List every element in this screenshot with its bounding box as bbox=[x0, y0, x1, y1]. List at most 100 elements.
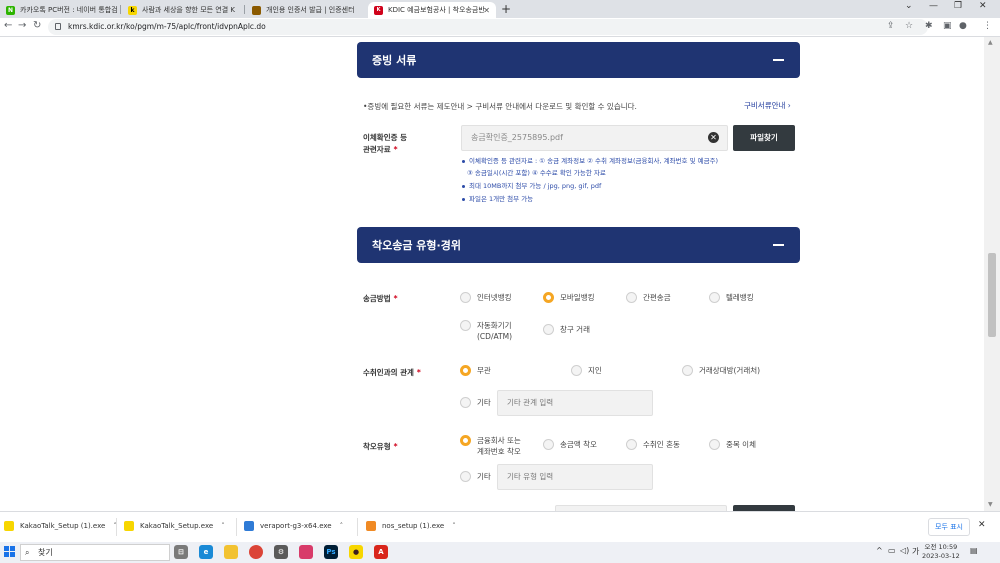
file-browse-button[interactable]: 파일찾기 bbox=[733, 125, 795, 151]
radio-atm[interactable]: 자동화기기 (CD/ATM) bbox=[460, 320, 512, 342]
close-download-bar-icon[interactable]: ✕ bbox=[978, 520, 986, 530]
windows-start-icon[interactable] bbox=[4, 546, 16, 558]
browser-tab[interactable]: N 카카오톡 PC버전 : 네이버 통합검 bbox=[0, 2, 118, 18]
radio-acquaintance[interactable]: 지인 bbox=[571, 365, 602, 376]
ime-indicator[interactable]: 가 bbox=[912, 546, 919, 557]
chrome-icon[interactable] bbox=[249, 545, 263, 559]
network-icon[interactable]: ▭ bbox=[888, 546, 896, 555]
radio-business-partner[interactable]: 거래상대방(거래처) bbox=[682, 365, 760, 376]
share-icon[interactable]: ⇪ bbox=[887, 21, 895, 31]
relation-label: 수취인과의 관계 * bbox=[363, 368, 421, 377]
menu-icon[interactable]: ⋮ bbox=[983, 21, 992, 31]
taskbar-clock[interactable]: 오전 10:59 2023-03-12 bbox=[922, 543, 960, 561]
clear-file-icon[interactable]: ✕ bbox=[708, 132, 719, 143]
tab-search-icon[interactable]: ⌄ bbox=[905, 1, 913, 11]
minimize-icon[interactable]: — bbox=[929, 1, 938, 11]
page-scrollbar[interactable]: ▲ ▼ bbox=[984, 37, 1000, 511]
docs-bullet: 최대 10MB까지 첨부 가능 / jpg, png, gif, pdf bbox=[462, 180, 601, 192]
download-item[interactable]: nos_setup (1).exe ˄ bbox=[366, 521, 456, 531]
profile-icon[interactable]: ● bbox=[959, 21, 967, 31]
close-window-icon[interactable]: ✕ bbox=[979, 1, 987, 11]
download-item[interactable]: veraport-g3-x64.exe ˄ bbox=[244, 521, 343, 531]
tab-title: 카카오톡 PC버전 : 네이버 통합검 bbox=[20, 6, 118, 14]
download-item[interactable]: KakaoTalk_Setup (1).exe˄ bbox=[4, 521, 117, 531]
naver-favicon-icon: N bbox=[6, 5, 15, 15]
extensions-icon[interactable]: ✱ bbox=[925, 21, 933, 31]
edge-icon[interactable]: e bbox=[199, 545, 213, 559]
chevron-up-icon: ˄ bbox=[221, 522, 225, 530]
scroll-thumb[interactable] bbox=[988, 253, 996, 337]
taskbar-search-box[interactable]: ⌕ 찾기 bbox=[20, 544, 170, 561]
radio-wrong-amount[interactable]: 송금액 착오 bbox=[543, 439, 597, 450]
search-icon: ⌕ bbox=[25, 548, 30, 557]
radio-relation-other[interactable]: 기타 bbox=[460, 397, 491, 408]
tray-chevron-icon[interactable]: ^ bbox=[876, 546, 883, 555]
docs-bullet: 이체확인증 등 관련자료 : ① 송금 계좌정보 ② 수취 계좌정보(금융회사,… bbox=[462, 155, 718, 167]
browser-tab[interactable]: k 사람과 세상을 향한 모든 연결 K bbox=[122, 2, 240, 18]
snipping-tool-icon[interactable] bbox=[299, 545, 313, 559]
reload-icon[interactable]: ↻ bbox=[33, 20, 41, 31]
docs-guide-link[interactable]: 구비서류안내 › bbox=[744, 100, 791, 111]
radio-circle bbox=[571, 365, 582, 376]
error-type-label: 착오유형 * bbox=[363, 442, 398, 451]
page-content: 증빙 서류 •증빙에 필요한 서류는 제도안내 > 구비서류 안내에서 다운로드… bbox=[0, 37, 984, 511]
show-all-downloads-button[interactable]: 모두 표시 bbox=[928, 518, 970, 536]
radio-mobile-banking[interactable]: 모바일뱅킹 bbox=[543, 292, 595, 303]
scroll-down-icon[interactable]: ▼ bbox=[988, 501, 993, 508]
radio-counter[interactable]: 창구 거래 bbox=[543, 324, 590, 335]
acrobat-icon[interactable]: A bbox=[374, 545, 388, 559]
section-header-docs[interactable]: 증빙 서류 bbox=[357, 42, 800, 78]
radio-tele-banking[interactable]: 텔레뱅킹 bbox=[709, 292, 754, 303]
tab-title: 개인용 인증서 발급 | 인증센터 bbox=[266, 6, 355, 14]
docs-note: •증빙에 필요한 서류는 제도안내 > 구비서류 안내에서 다운로드 및 확인할… bbox=[363, 102, 637, 111]
radio-circle bbox=[460, 397, 471, 408]
download-bar: KakaoTalk_Setup (1).exe˄ KakaoTalk_Setup… bbox=[0, 511, 1000, 542]
scroll-up-icon[interactable]: ▲ bbox=[988, 39, 993, 46]
volume-icon[interactable]: ◁) bbox=[900, 546, 909, 555]
collapse-icon[interactable] bbox=[773, 244, 784, 246]
file-explorer-icon[interactable] bbox=[224, 545, 238, 559]
radio-unrelated[interactable]: 무관 bbox=[460, 365, 491, 376]
section-header-type[interactable]: 착오송금 유형·경위 bbox=[357, 227, 800, 263]
maximize-icon[interactable]: ❐ bbox=[954, 1, 962, 11]
relation-other-input[interactable]: 기타 관계 입력 bbox=[497, 390, 653, 416]
notification-icon[interactable]: ▤ bbox=[970, 546, 978, 555]
error-other-input[interactable]: 기타 유형 입력 bbox=[497, 464, 653, 490]
kakao-favicon-icon: k bbox=[128, 5, 137, 15]
side-panel-icon[interactable]: ▣ bbox=[943, 21, 952, 31]
file-input[interactable]: 송금확인증_2575895.pdf ✕ bbox=[461, 125, 728, 151]
radio-simple-transfer[interactable]: 간편송금 bbox=[626, 292, 671, 303]
new-tab-icon[interactable]: + bbox=[501, 2, 511, 16]
back-icon[interactable]: ← bbox=[4, 20, 12, 31]
section-title: 착오송금 유형·경위 bbox=[372, 239, 461, 252]
radio-internet-banking[interactable]: 인터넷뱅킹 bbox=[460, 292, 512, 303]
lock-icon bbox=[55, 23, 61, 30]
browser-tab-active[interactable]: K KDIC 예금보험공사 | 착오송금반 ✕ bbox=[368, 2, 496, 18]
bookmark-star-icon[interactable]: ☆ bbox=[905, 21, 913, 31]
remit-method-label: 송금방법 * bbox=[363, 294, 398, 303]
close-tab-icon[interactable]: ✕ bbox=[483, 6, 490, 15]
chevron-right-icon: › bbox=[787, 101, 791, 110]
radio-circle bbox=[626, 439, 637, 450]
radio-circle bbox=[460, 292, 471, 303]
tab-title: 사람과 세상을 향한 모든 연결 K bbox=[142, 6, 235, 14]
forward-icon[interactable]: → bbox=[18, 20, 26, 31]
windows-taskbar: ⌕ 찾기 ⊟ e ⚙ Ps ● A ^ ▭ ◁) 가 오전 10:59 2023… bbox=[0, 542, 1000, 563]
settings-gear-icon[interactable]: ⚙ bbox=[274, 545, 288, 559]
file-name: 송금확인증_2575895.pdf bbox=[471, 133, 563, 142]
collapse-icon[interactable] bbox=[773, 59, 784, 61]
download-item[interactable]: KakaoTalk_Setup.exe ˄ bbox=[124, 521, 225, 531]
address-bar[interactable]: kmrs.kdic.or.kr/ko/pgm/m-75/aplc/front/i… bbox=[48, 19, 928, 35]
radio-error-other[interactable]: 기타 bbox=[460, 471, 491, 482]
radio-duplicate-transfer[interactable]: 중복 이체 bbox=[709, 439, 756, 450]
docs-bullet: 파일은 1개만 첨부 가능 bbox=[462, 193, 533, 205]
radio-circle bbox=[682, 365, 693, 376]
radio-circle bbox=[709, 292, 720, 303]
kakaotalk-icon[interactable]: ● bbox=[349, 545, 363, 559]
file-field-label: 이체확인증 등 관련자료 * bbox=[363, 133, 408, 154]
task-view-icon[interactable]: ⊟ bbox=[174, 545, 188, 559]
radio-wrong-account[interactable]: 금융회사 또는 계좌번호 착오 bbox=[460, 435, 521, 457]
photoshop-icon[interactable]: Ps bbox=[324, 545, 338, 559]
browser-tab[interactable]: 개인용 인증서 발급 | 인증센터 bbox=[246, 2, 366, 18]
radio-recipient-confusion[interactable]: 수취인 혼동 bbox=[626, 439, 680, 450]
